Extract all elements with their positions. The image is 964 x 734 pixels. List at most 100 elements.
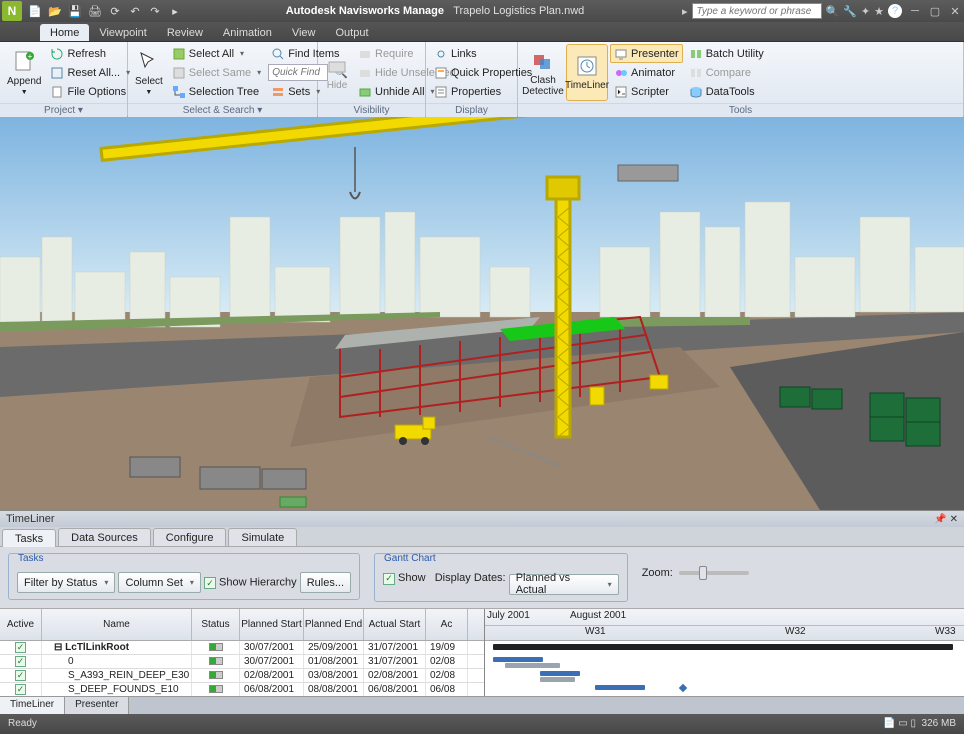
col-planned-end[interactable]: Planned End (304, 609, 364, 640)
viewport-3d[interactable] (0, 117, 964, 510)
compare-button[interactable]: Compare (685, 63, 768, 82)
table-row[interactable]: ✓S_A393_REIN_DEEP_E3002/08/200103/08/200… (0, 669, 484, 683)
reset-all-button[interactable]: Reset All... (46, 63, 134, 82)
tab-viewpoint[interactable]: Viewpoint (89, 24, 157, 41)
batch-utility-button[interactable]: Batch Utility (685, 44, 768, 63)
scripter-button[interactable]: Scripter (610, 82, 683, 101)
window-controls: ─ ▢ ✕ (906, 3, 964, 19)
zoom-slider[interactable] (679, 571, 749, 575)
search-arrow-icon[interactable]: ▸ (682, 5, 688, 18)
select-button[interactable]: Select▼ (132, 44, 166, 101)
panel-title-display: Display (426, 103, 517, 117)
col-status[interactable]: Status (192, 609, 240, 640)
tab-review[interactable]: Review (157, 24, 213, 41)
animator-button[interactable]: Animator (610, 63, 683, 82)
tl-tab-tasks[interactable]: Tasks (2, 529, 56, 547)
status-icon-3[interactable]: ▯ (910, 718, 916, 729)
tasks-legend: Tasks (15, 553, 47, 564)
search-icon[interactable]: 🔍 (826, 5, 840, 18)
gantt-milestone[interactable] (679, 683, 687, 691)
star-icon[interactable]: ★ (874, 5, 884, 18)
ribbon-tabs: Home Viewpoint Review Animation View Out… (0, 22, 964, 42)
timeliner-pin-icon[interactable]: 📌 (934, 514, 946, 525)
timeliner-button[interactable]: TimeLiner (566, 44, 608, 101)
minimize-button[interactable]: ─ (906, 3, 924, 19)
task-grid[interactable]: Active Name Status Planned Start Planned… (0, 609, 485, 696)
select-all-button[interactable]: Select All (168, 44, 265, 63)
display-dates-combo[interactable]: Planned vs Actual (509, 574, 619, 595)
panel-display: Links Quick Properties Properties Displa… (426, 42, 518, 116)
gantt-legend: Gantt Chart (381, 553, 439, 564)
selection-tree-button[interactable]: Selection Tree (168, 82, 265, 101)
col-name[interactable]: Name (42, 609, 192, 640)
help-icon[interactable]: ? (888, 4, 902, 18)
column-set-combo[interactable]: Column Set (118, 572, 201, 593)
gantt-bar-0p[interactable] (493, 657, 543, 662)
panel-title-project[interactable]: Project ▾ (0, 103, 127, 117)
maximize-button[interactable]: ▢ (926, 3, 944, 19)
refresh-button[interactable]: Refresh (46, 44, 134, 63)
col-actual-start[interactable]: Actual Start (364, 609, 426, 640)
panel-title-select[interactable]: Select & Search ▾ (128, 103, 317, 117)
col-actual-end[interactable]: Ac (426, 609, 468, 640)
qat-new-icon[interactable]: 📄 (26, 2, 44, 20)
tab-view[interactable]: View (282, 24, 326, 41)
append-button[interactable]: + Append▼ (4, 44, 44, 101)
tl-tab-simulate[interactable]: Simulate (228, 528, 297, 546)
tool1-icon[interactable]: 🔧 (843, 5, 857, 18)
timeliner-grid: Active Name Status Planned Start Planned… (0, 608, 964, 696)
gantt-bar-0a[interactable] (505, 663, 560, 668)
hide-button[interactable]: Hide (322, 44, 352, 101)
qat-undo-icon[interactable]: ↶ (126, 2, 144, 20)
table-row[interactable]: ✓S_DEEP_FOUNDS_E1006/08/200108/08/200106… (0, 683, 484, 696)
qat-save-icon[interactable]: 💾 (66, 2, 84, 20)
gantt-w33: W33 (935, 626, 956, 637)
timeliner-close-icon[interactable]: ✕ (950, 514, 958, 525)
tab-output[interactable]: Output (326, 24, 379, 41)
show-hierarchy-label: Show Hierarchy (219, 577, 297, 589)
gantt-w32: W32 (785, 626, 806, 637)
display-dates-label: Display Dates: (435, 572, 506, 584)
gantt-show-label: Show (398, 572, 426, 584)
gantt-bar-root[interactable] (493, 644, 953, 650)
tab-animation[interactable]: Animation (213, 24, 282, 41)
panel-tools: Clash Detective TimeLiner Presenter Anim… (518, 42, 964, 116)
tl-tab-configure[interactable]: Configure (153, 528, 227, 546)
close-button[interactable]: ✕ (946, 3, 964, 19)
qat-pointer-icon[interactable]: ▸ (166, 2, 184, 20)
zoom-label: Zoom: (642, 567, 673, 579)
bottom-tab-timeliner[interactable]: TimeLiner (0, 697, 65, 714)
gantt-w31: W31 (585, 626, 606, 637)
gantt-bar-2p[interactable] (595, 685, 645, 690)
show-hierarchy-check[interactable]: ✓ (204, 577, 216, 589)
gantt-show-check[interactable]: ✓ (383, 573, 395, 585)
gantt-bar-1p[interactable] (540, 671, 580, 676)
tool2-icon[interactable]: ✦ (861, 5, 870, 18)
qat-redo-icon[interactable]: ↷ (146, 2, 164, 20)
filter-status-combo[interactable]: Filter by Status (17, 572, 115, 593)
clash-detective-button[interactable]: Clash Detective (522, 44, 564, 101)
presenter-button[interactable]: Presenter (610, 44, 683, 63)
status-bar: Ready 📄 ▭ ▯ 326 MB (0, 714, 964, 734)
bottom-tab-presenter[interactable]: Presenter (65, 697, 129, 714)
table-row[interactable]: ✓030/07/200101/08/200131/07/200102/08 (0, 655, 484, 669)
panel-select: Select▼ Select All Select Same Selection… (128, 42, 318, 116)
gantt-chart[interactable]: July 2001 August 2001 W31 W32 W33 (485, 609, 964, 696)
col-planned-start[interactable]: Planned Start (240, 609, 304, 640)
select-same-button[interactable]: Select Same (168, 63, 265, 82)
help-search-input[interactable] (692, 3, 822, 19)
col-active[interactable]: Active (0, 609, 42, 640)
tab-home[interactable]: Home (40, 24, 89, 41)
file-options-button[interactable]: File Options (46, 82, 134, 101)
status-icon-1[interactable]: 📄 (883, 718, 895, 729)
gantt-bar-1a[interactable] (540, 677, 575, 682)
status-icon-2[interactable]: ▭ (898, 718, 907, 729)
table-row[interactable]: ✓⊟ LcTlLinkRoot30/07/200125/09/200131/07… (0, 641, 484, 655)
rules-button[interactable]: Rules... (300, 572, 351, 593)
app-icon[interactable]: N (2, 1, 22, 21)
qat-refresh-icon[interactable]: ⟳ (106, 2, 124, 20)
datatools-button[interactable]: DataTools (685, 82, 768, 101)
qat-print-icon[interactable]: 🖨 (86, 2, 104, 20)
qat-open-icon[interactable]: 📂 (46, 2, 64, 20)
tl-tab-datasources[interactable]: Data Sources (58, 528, 151, 546)
